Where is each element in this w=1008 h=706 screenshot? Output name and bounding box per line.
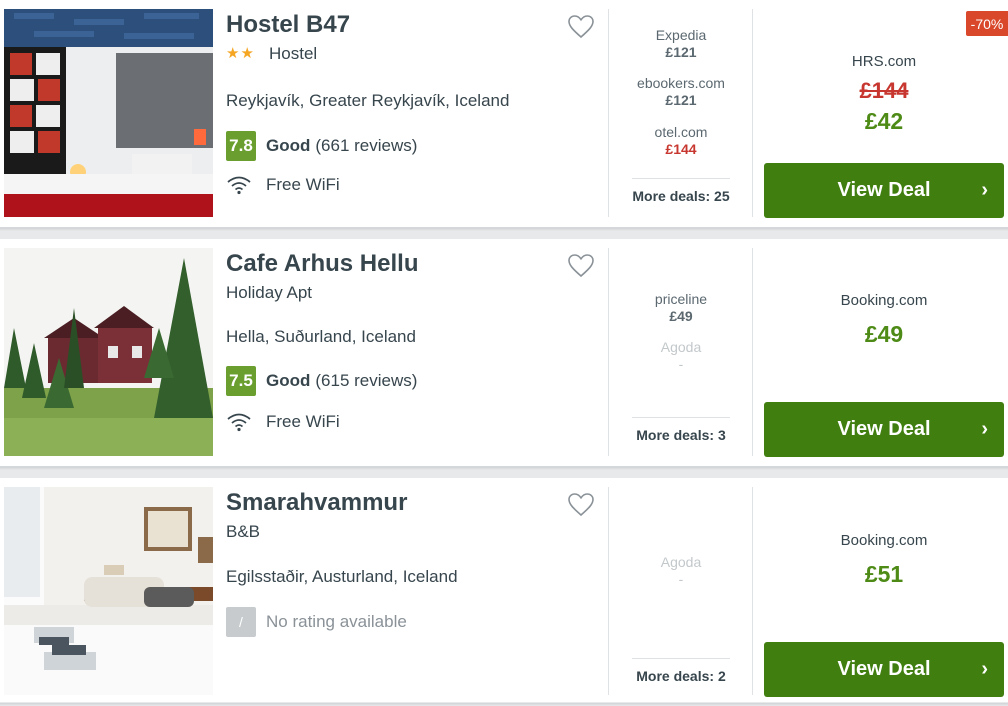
- other-deals: Agoda - More deals: 2: [624, 478, 738, 706]
- deal-site: priceline: [654, 291, 708, 307]
- hotel-info: Hostel B47 ★★ Hostel Reykjavík, Greater …: [226, 0, 606, 228]
- other-deals: priceline £49 Agoda - More deals: 3: [624, 239, 738, 467]
- deal-site: ebookers.com: [637, 75, 725, 91]
- rating-score: /: [226, 607, 256, 637]
- hotel-info: Cafe Arhus Hellu Holiday Apt Hella, Suðu…: [226, 239, 606, 467]
- hotel-name[interactable]: Hostel B47: [226, 11, 350, 39]
- hotel-card: Smarahvammur B&B Egilsstaðir, Austurland…: [0, 478, 1008, 706]
- hotel-type: B&B: [226, 522, 261, 541]
- divider: [752, 248, 753, 456]
- wifi-icon: [227, 413, 251, 432]
- other-deals: Expedia £121 ebookers.com £121 otel.com …: [624, 0, 738, 228]
- hotel-location[interactable]: Reykjavík, Greater Reykjavík, Iceland: [226, 91, 509, 111]
- view-deal-button[interactable]: View Deal ›: [764, 642, 1004, 697]
- divider: [608, 248, 609, 456]
- hotel-photo[interactable]: [4, 9, 213, 217]
- best-deal: Booking.com £51 View Deal ›: [764, 478, 1004, 706]
- deal-site: Expedia: [655, 27, 707, 43]
- chevron-right-icon: ›: [981, 658, 988, 680]
- deal-price: £49: [669, 308, 693, 324]
- deal-site: otel.com: [654, 124, 708, 140]
- rating-label: Good: [266, 371, 311, 390]
- deal-price: -: [678, 571, 684, 587]
- amenity: Free WiFi: [226, 412, 340, 432]
- hotel-name[interactable]: Smarahvammur: [226, 489, 407, 517]
- chevron-right-icon: ›: [981, 179, 988, 201]
- discount-badge: -70%: [966, 11, 1008, 36]
- best-deal-partner[interactable]: Booking.com: [764, 292, 1004, 309]
- deal-item[interactable]: ebookers.com £121: [624, 75, 738, 108]
- hotel-photo[interactable]: [4, 487, 213, 695]
- amenity-label: Free WiFi: [266, 175, 340, 194]
- more-deals-link[interactable]: More deals: 3: [632, 417, 730, 443]
- view-deal-button[interactable]: View Deal ›: [764, 163, 1004, 218]
- divider: [752, 9, 753, 217]
- hotel-name[interactable]: Cafe Arhus Hellu: [226, 250, 418, 278]
- amenity-label: Free WiFi: [266, 412, 340, 431]
- deal-site: Agoda: [660, 554, 702, 570]
- deal-site: Agoda: [660, 339, 702, 355]
- rating[interactable]: 7.8 Good (661 reviews): [226, 131, 417, 161]
- deal-price: -: [678, 356, 684, 372]
- wifi-icon: [227, 176, 251, 195]
- review-count: (615 reviews): [315, 371, 418, 390]
- deal-price: £144: [665, 141, 697, 157]
- view-deal-label: View Deal: [837, 418, 931, 440]
- view-deal-button[interactable]: View Deal ›: [764, 402, 1004, 457]
- more-deals-link[interactable]: More deals: 25: [632, 178, 730, 204]
- hotel-location[interactable]: Egilsstaðir, Austurland, Iceland: [226, 567, 458, 587]
- rating-score: 7.5: [226, 366, 256, 396]
- hotel-location[interactable]: Hella, Suðurland, Iceland: [226, 327, 416, 347]
- heart-outline-icon[interactable]: [567, 14, 595, 40]
- heart-outline-icon[interactable]: [567, 253, 595, 279]
- divider: [608, 487, 609, 695]
- deal-item[interactable]: Agoda -: [624, 554, 738, 587]
- view-deal-label: View Deal: [837, 658, 931, 680]
- more-deals-link[interactable]: More deals: 2: [632, 658, 730, 684]
- chevron-right-icon: ›: [981, 418, 988, 440]
- hotel-card: Cafe Arhus Hellu Holiday Apt Hella, Suðu…: [0, 239, 1008, 470]
- deal-item[interactable]: Agoda -: [624, 339, 738, 372]
- hotel-info: Smarahvammur B&B Egilsstaðir, Austurland…: [226, 478, 606, 706]
- best-price[interactable]: £49: [764, 321, 1004, 348]
- deal-item[interactable]: priceline £49: [624, 291, 738, 324]
- rating: / No rating available: [226, 607, 407, 637]
- best-price[interactable]: £51: [764, 561, 1004, 588]
- deal-item[interactable]: Expedia £121: [624, 27, 738, 60]
- hotel-photo[interactable]: [4, 248, 213, 456]
- view-deal-label: View Deal: [837, 179, 931, 201]
- old-price: £144: [859, 78, 909, 103]
- review-count: (661 reviews): [315, 136, 418, 155]
- amenity: Free WiFi: [226, 175, 340, 195]
- hotel-card: Hostel B47 ★★ Hostel Reykjavík, Greater …: [0, 0, 1008, 231]
- heart-outline-icon[interactable]: [567, 492, 595, 518]
- hotel-type: Holiday Apt: [226, 283, 312, 302]
- no-rating-label: No rating available: [266, 612, 407, 631]
- best-deal-partner[interactable]: HRS.com: [764, 53, 1004, 70]
- deal-item[interactable]: otel.com £144: [624, 124, 738, 157]
- best-deal-partner[interactable]: Booking.com: [764, 532, 1004, 549]
- rating[interactable]: 7.5 Good (615 reviews): [226, 366, 417, 396]
- star-icon: ★★: [226, 45, 255, 62]
- rating-score: 7.8: [226, 131, 256, 161]
- divider: [608, 9, 609, 217]
- deal-price: £121: [665, 92, 697, 108]
- divider: [752, 487, 753, 695]
- best-price[interactable]: £42: [764, 108, 1004, 135]
- rating-label: Good: [266, 136, 311, 155]
- hotel-type: Hostel: [269, 44, 318, 63]
- deal-price: £121: [665, 44, 697, 60]
- best-deal: Booking.com £49 View Deal ›: [764, 239, 1004, 467]
